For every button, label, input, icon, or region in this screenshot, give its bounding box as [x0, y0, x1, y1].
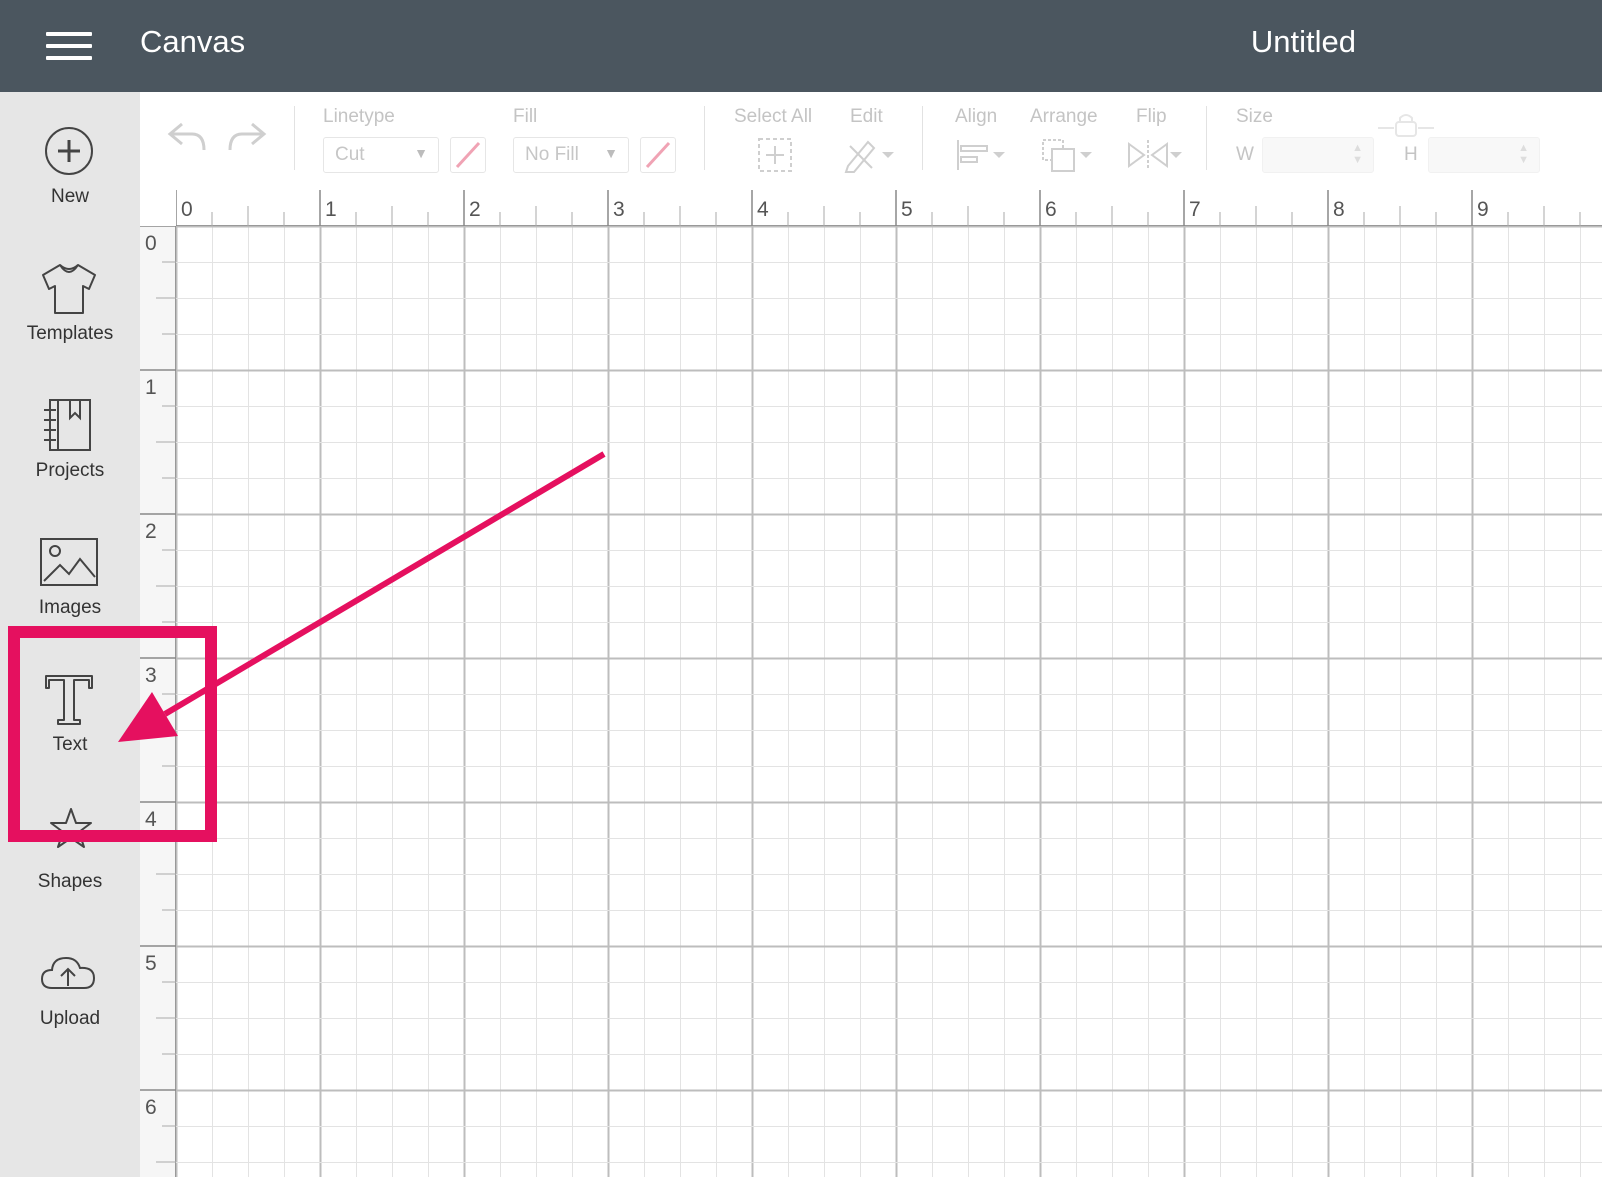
undo-icon[interactable] — [166, 120, 208, 154]
sidebar-item-label: Projects — [35, 460, 105, 481]
ruler-label: 7 — [1189, 198, 1201, 221]
edit-toolbar: Linetype Cut ▼ Fill No Fill ▼ Select All E… — [140, 92, 1602, 191]
ruler-label: 3 — [613, 198, 625, 221]
ruler-label: 0 — [145, 232, 157, 255]
ruler-label: 1 — [325, 198, 337, 221]
tshirt-icon — [42, 264, 96, 314]
design-canvas[interactable] — [175, 225, 1602, 1177]
lock-icon[interactable] — [1378, 112, 1434, 138]
linetype-label: Linetype — [323, 106, 395, 127]
ruler-corner — [140, 190, 176, 226]
ruler-label: 2 — [469, 198, 481, 221]
edit-tools-icon[interactable] — [842, 136, 898, 174]
sidebar: New Templates Projects Images Text Shape… — [0, 92, 140, 1177]
cloud-upload-icon — [40, 956, 96, 989]
fill-label: Fill — [513, 106, 538, 127]
linetype-value: Cut — [335, 144, 365, 165]
sidebar-item-upload[interactable]: Upload — [0, 942, 140, 1072]
swatch-slash-icon — [455, 141, 481, 169]
sidebar-item-text[interactable]: Text — [0, 668, 140, 798]
fill-select[interactable]: No Fill ▼ — [513, 137, 629, 173]
flip-label: Flip — [1136, 106, 1167, 127]
chevron-down-icon: ▼ — [604, 145, 618, 161]
swatch-slash-icon — [645, 141, 671, 169]
image-icon — [40, 538, 98, 586]
height-label: H — [1404, 144, 1418, 165]
ruler-label: 6 — [1045, 198, 1057, 221]
sidebar-item-images[interactable]: Images — [0, 531, 140, 661]
sidebar-item-projects[interactable]: Projects — [0, 394, 140, 524]
sidebar-item-label: Upload — [39, 1008, 101, 1029]
width-label: W — [1236, 144, 1254, 165]
width-input[interactable]: ▲ ▼ — [1262, 137, 1374, 173]
select-all-icon[interactable] — [756, 136, 794, 174]
ruler-label: 9 — [1477, 198, 1489, 221]
document-title[interactable]: Untitled — [1251, 24, 1356, 60]
ruler-label: 4 — [757, 198, 769, 221]
flip-icon[interactable] — [1126, 136, 1182, 174]
height-input[interactable]: ▲ ▼ — [1428, 137, 1540, 173]
align-icon[interactable] — [955, 136, 1005, 174]
ruler-label: 2 — [145, 520, 157, 543]
fill-color-swatch[interactable] — [640, 137, 676, 173]
sidebar-item-shapes[interactable]: Shapes — [0, 805, 140, 935]
redo-icon[interactable] — [226, 120, 268, 154]
top-bar: Canvas Untitled — [0, 0, 1602, 92]
sidebar-item-label: New — [50, 186, 89, 207]
linetype-color-swatch[interactable] — [450, 137, 486, 173]
ruler-label: 1 — [145, 376, 157, 399]
ruler-vertical: 0 1 2 3 4 5 6 — [140, 190, 176, 1177]
sidebar-item-new[interactable]: New — [0, 120, 140, 250]
size-label: Size — [1236, 106, 1273, 127]
linetype-select[interactable]: Cut ▼ — [323, 137, 439, 173]
align-label: Align — [955, 106, 998, 127]
sidebar-item-label: Text — [52, 734, 88, 755]
canvas-grid — [175, 225, 1602, 1177]
sidebar-item-label: Images — [38, 597, 102, 618]
ruler-label: 8 — [1333, 198, 1345, 221]
hamburger-menu-icon[interactable] — [38, 26, 100, 66]
app-title: Canvas — [140, 24, 246, 59]
arrange-icon[interactable] — [1040, 136, 1092, 174]
sidebar-item-label: Shapes — [37, 871, 103, 892]
select-all-label: Select All — [734, 106, 813, 127]
text-t-icon — [45, 675, 93, 725]
ruler-label: 0 — [181, 198, 193, 221]
ruler-label: 3 — [145, 664, 157, 687]
notebook-icon — [44, 399, 91, 451]
ruler-label: 4 — [145, 808, 157, 831]
chevron-down-icon: ▼ — [414, 145, 428, 161]
sidebar-item-label: Templates — [26, 323, 114, 344]
sidebar-item-templates[interactable]: Templates — [0, 257, 140, 387]
arrange-label: Arrange — [1030, 106, 1098, 127]
fill-value: No Fill — [525, 144, 579, 165]
ruler-horizontal: 0 1 2 3 4 5 6 7 8 9 — [140, 190, 1602, 226]
ruler-label: 5 — [145, 952, 157, 975]
edit-label: Edit — [850, 106, 883, 127]
shapes-icon — [50, 808, 92, 848]
ruler-label: 5 — [901, 198, 913, 221]
plus-circle-icon — [45, 127, 93, 175]
ruler-label: 6 — [145, 1096, 157, 1119]
